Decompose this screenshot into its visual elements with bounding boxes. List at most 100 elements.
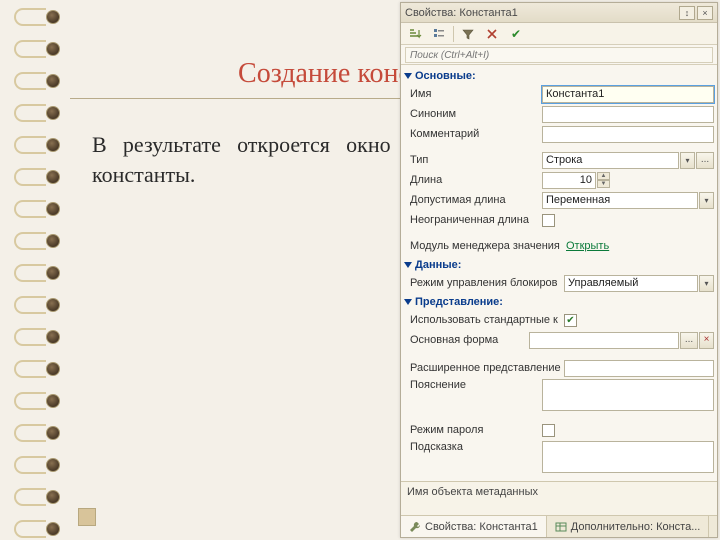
panel-title: Свойства: Константа1 xyxy=(405,7,677,19)
tab-extra[interactable]: Дополнительно: Конста... xyxy=(547,516,710,537)
section-presentation-label: Представление: xyxy=(415,296,503,308)
check-icon: ✔ xyxy=(511,27,521,41)
binding-ring xyxy=(14,296,46,314)
panel-tabs: Свойства: Константа1 Дополнительно: Конс… xyxy=(401,515,717,537)
checkbox-use-standard[interactable]: ✔ xyxy=(564,314,577,327)
binding-hole xyxy=(46,106,60,120)
binding-ring xyxy=(14,40,46,58)
panel-content: Основные: Имя Синоним Комментарий Тип Ст… xyxy=(401,65,717,481)
binding-hole xyxy=(46,202,60,216)
tab-extra-label: Дополнительно: Конста... xyxy=(571,521,701,533)
clear-filter-icon xyxy=(485,27,499,41)
label-lock-mode: Режим управления блокиров xyxy=(404,277,564,289)
input-name[interactable] xyxy=(542,86,714,103)
label-tooltip: Подсказка xyxy=(404,441,542,453)
sort-az-button[interactable] xyxy=(405,25,425,43)
combo-type-dropdown[interactable]: ▾ xyxy=(680,152,695,169)
binding-ring xyxy=(14,456,46,474)
binding-hole xyxy=(46,490,60,504)
binding-ring xyxy=(14,232,46,250)
label-allowed-length: Допустимая длина xyxy=(404,194,542,206)
hint-strip: Имя объекта метаданных xyxy=(401,481,717,515)
binding-hole xyxy=(46,234,60,248)
checkbox-password-mode[interactable] xyxy=(542,424,555,437)
binding-hole xyxy=(46,298,60,312)
binding-ring xyxy=(14,200,46,218)
binding-ring xyxy=(14,360,46,378)
link-open-manager-module[interactable]: Открыть xyxy=(564,240,609,252)
section-data-label: Данные: xyxy=(415,259,461,271)
binding-hole xyxy=(46,10,60,24)
close-button[interactable]: × xyxy=(697,6,713,20)
binding-hole xyxy=(46,394,60,408)
wrench-icon xyxy=(409,521,421,533)
combo-allowed-length-dropdown[interactable]: ▾ xyxy=(699,192,714,209)
combo-lock-mode[interactable]: Управляемый xyxy=(564,275,698,292)
pin-button[interactable]: ↕ xyxy=(679,6,695,20)
combo-type-value: Строка xyxy=(546,154,675,166)
section-main-label: Основные: xyxy=(415,70,476,82)
tab-properties-label: Свойства: Константа1 xyxy=(425,521,538,533)
binding-hole xyxy=(46,138,60,152)
sort-icon xyxy=(408,27,422,41)
combo-allowed-length-value: Переменная xyxy=(546,194,694,206)
input-comment[interactable] xyxy=(542,126,714,143)
input-ext-presentation[interactable] xyxy=(564,360,714,377)
input-explanation[interactable] xyxy=(542,379,714,411)
label-synonym: Синоним xyxy=(404,108,542,120)
input-length[interactable] xyxy=(542,172,596,189)
checkbox-unlimited[interactable] xyxy=(542,214,555,227)
label-type: Тип xyxy=(404,154,542,166)
binding-ring xyxy=(14,424,46,442)
binding-hole xyxy=(46,362,60,376)
panel-toolbar: ✔ xyxy=(401,23,717,45)
label-length: Длина xyxy=(404,174,542,186)
apply-button[interactable]: ✔ xyxy=(506,25,526,43)
combo-type[interactable]: Строка xyxy=(542,152,679,169)
main-form-clear-button[interactable]: × xyxy=(699,332,714,349)
length-spin-up[interactable]: ▲ xyxy=(597,172,610,180)
label-comment: Комментарий xyxy=(404,128,542,140)
slide-footer-ornament xyxy=(78,508,96,526)
category-view-button[interactable] xyxy=(429,25,449,43)
panel-search xyxy=(401,45,717,65)
clear-filter-button[interactable] xyxy=(482,25,502,43)
section-main-header[interactable]: Основные: xyxy=(404,70,714,82)
binding-hole xyxy=(46,458,60,472)
combo-lock-mode-value: Управляемый xyxy=(568,277,694,289)
length-spin-down[interactable]: ▼ xyxy=(597,180,610,188)
main-form-dots-button[interactable]: ... xyxy=(680,332,698,349)
binding-hole xyxy=(46,42,60,56)
tab-properties[interactable]: Свойства: Константа1 xyxy=(401,516,547,537)
funnel-icon xyxy=(461,27,475,41)
input-synonym[interactable] xyxy=(542,106,714,123)
input-main-form[interactable] xyxy=(529,332,679,349)
combo-lock-mode-dropdown[interactable]: ▾ xyxy=(699,275,714,292)
binding-ring xyxy=(14,328,46,346)
panel-titlebar: Свойства: Константа1 ↕ × xyxy=(401,3,717,23)
properties-panel: Свойства: Константа1 ↕ × ✔ Основные: Имя xyxy=(400,2,718,538)
binding-ring xyxy=(14,264,46,282)
chevron-down-icon xyxy=(404,262,412,268)
binding-ring xyxy=(14,488,46,506)
binding-hole xyxy=(46,426,60,440)
chevron-down-icon xyxy=(404,73,412,79)
combo-allowed-length[interactable]: Переменная xyxy=(542,192,698,209)
section-presentation-header[interactable]: Представление: xyxy=(404,296,714,308)
label-password-mode: Режим пароля xyxy=(404,424,542,436)
section-data-header[interactable]: Данные: xyxy=(404,259,714,271)
search-input[interactable] xyxy=(405,47,713,63)
binding-ring xyxy=(14,104,46,122)
type-dots-button[interactable]: ... xyxy=(696,152,714,169)
label-name: Имя xyxy=(404,88,542,100)
label-use-standard: Использовать стандартные к xyxy=(404,314,564,326)
chevron-down-icon xyxy=(404,299,412,305)
list-icon xyxy=(432,27,446,41)
input-tooltip[interactable] xyxy=(542,441,714,473)
label-explanation: Пояснение xyxy=(404,379,542,391)
filter-button[interactable] xyxy=(458,25,478,43)
binding-hole xyxy=(46,330,60,344)
binding-hole xyxy=(46,266,60,280)
label-ext-presentation: Расширенное представление xyxy=(404,362,564,374)
toolbar-separator xyxy=(453,26,454,42)
